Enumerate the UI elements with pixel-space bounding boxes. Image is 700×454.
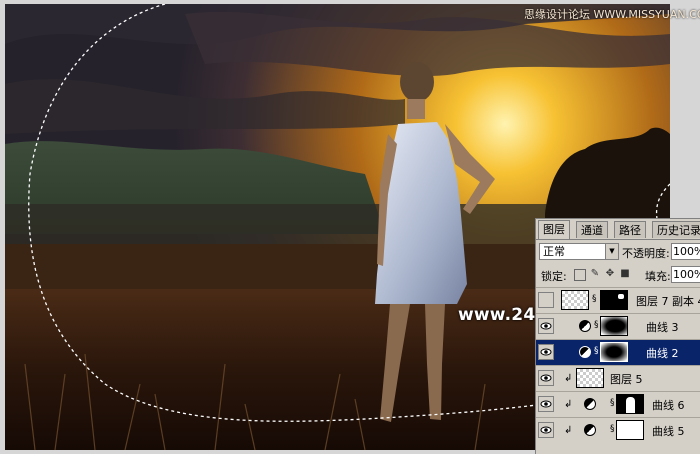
opacity-label: 不透明度: [622,247,670,260]
fill-label: 填充: [645,270,671,283]
visibility-toggle[interactable] [538,370,554,386]
layers-panel: 图层 通道 路径 历史记录 正常 ▼ 不透明度: 100% 锁定: ✎ ✥ ■ … [535,218,700,454]
eye-icon [540,426,552,434]
layer-name[interactable]: 曲线 2 [646,345,679,361]
layer-name[interactable]: 曲线 3 [646,319,679,335]
curves-adjustment-icon [584,424,596,436]
blend-mode-value: 正常 [543,245,565,258]
eye-icon [540,348,552,356]
lock-brush-icon[interactable]: ✎ [590,269,600,279]
layer-name[interactable]: 图层 7 副本 4 [636,293,700,309]
link-icon: § [592,294,597,304]
lock-transparency-icon[interactable] [574,269,586,281]
visibility-toggle[interactable] [538,344,554,360]
fill-input[interactable]: 100% [671,266,700,283]
clipping-arrow-icon: ↲ [564,425,573,436]
eye-icon [540,400,552,408]
curves-adjustment-icon [579,346,591,358]
mask-thumbnail[interactable] [600,342,628,362]
lock-label: 锁定: [541,270,567,283]
lock-row: 锁定: ✎ ✥ ■ 填充: 100% [536,265,700,285]
visibility-toggle[interactable] [538,396,554,412]
visibility-toggle[interactable] [538,422,554,438]
blend-mode-select[interactable]: 正常 ▼ [539,243,619,260]
curves-adjustment-icon [579,320,591,332]
mask-thumbnail[interactable] [616,394,644,414]
panel-tabs: 图层 通道 路径 历史记录 [536,219,700,240]
link-icon: § [610,398,615,408]
clipping-arrow-icon: ↲ [564,373,573,384]
mask-thumbnail[interactable] [600,316,628,336]
layer-thumbnail [561,290,589,310]
watermark-top: 思缘设计论坛 WWW.MISSYUAN.COM [524,8,700,21]
layer-name[interactable]: 图层 5 [610,371,643,387]
layer-row[interactable]: § 图层 7 副本 4 [536,287,700,313]
mask-shape [618,294,624,299]
visibility-toggle[interactable] [538,318,554,334]
link-icon: § [594,346,599,356]
visibility-toggle[interactable] [538,292,554,308]
tab-channels[interactable]: 通道 [576,221,608,238]
tab-history[interactable]: 历史记录 [652,221,700,238]
mask-thumbnail[interactable] [616,420,644,440]
layer-name[interactable]: 曲线 6 [652,397,685,413]
layer-row[interactable]: § 曲线 3 [536,313,700,339]
tab-paths[interactable]: 路径 [614,221,646,238]
mask-shape [626,397,635,413]
layer-row[interactable]: ↲ 图层 5 [536,365,700,391]
mask-thumbnail[interactable] [600,290,628,310]
layer-name[interactable]: 曲线 5 [652,423,685,439]
eye-icon [540,322,552,330]
clipping-arrow-icon: ↲ [564,399,573,410]
lock-all-icon[interactable]: ■ [620,269,630,279]
layer-thumbnail [576,368,604,388]
layer-row[interactable]: § 曲线 2 [536,339,700,365]
eye-icon [540,374,552,382]
tab-layers[interactable]: 图层 [538,220,570,239]
opacity-input[interactable]: 100% [671,243,700,260]
curves-adjustment-icon [584,398,596,410]
layer-row[interactable]: ↲ § 曲线 6 [536,391,700,417]
link-icon: § [610,424,615,434]
layer-row[interactable]: ↲ § 曲线 5 [536,417,700,443]
chevron-down-icon[interactable]: ▼ [605,244,618,259]
blend-row: 正常 ▼ 不透明度: 100% [536,241,700,263]
lock-move-icon[interactable]: ✥ [605,269,615,279]
link-icon: § [594,320,599,330]
